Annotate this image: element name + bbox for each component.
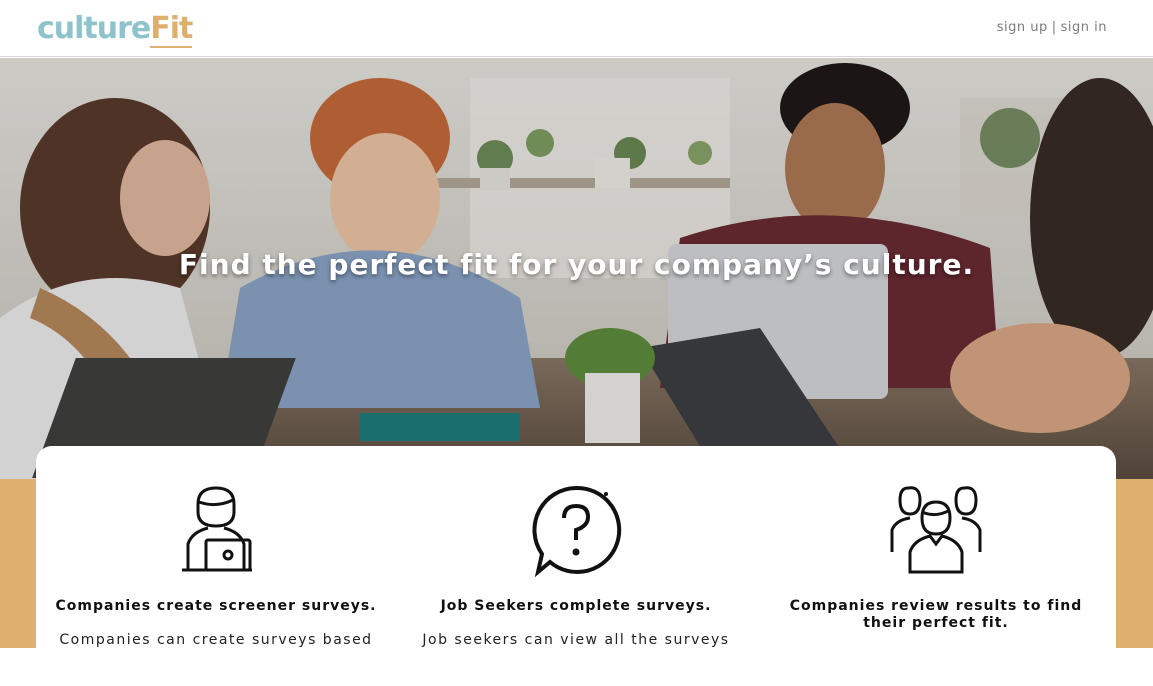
logo[interactable]: cultureFit — [37, 9, 193, 49]
auth-links: sign up | sign in — [997, 20, 1107, 35]
sign-up-link[interactable]: sign up — [997, 20, 1048, 35]
feature-review-results: Companies review results to find their p… — [766, 482, 1106, 648]
sign-in-link[interactable]: sign in — [1061, 20, 1107, 35]
feature-text: Job seekers can view all the surveys — [422, 632, 730, 648]
feature-heading: Job Seekers complete surveys. — [440, 598, 712, 614]
logo-text-fit: Fit — [150, 11, 193, 48]
feature-heading: Companies create screener surveys. — [55, 598, 377, 614]
auth-separator: | — [1051, 20, 1057, 35]
site-header: cultureFit sign up | sign in — [0, 0, 1153, 57]
team-icon — [890, 486, 982, 574]
hero-title: Find the perfect fit for your company’s … — [178, 248, 975, 281]
feature-create-surveys: Companies create screener surveys. Compa… — [46, 482, 386, 649]
feature-text: Companies can create surveys based — [59, 632, 373, 648]
logo-text-culture: culture — [37, 11, 151, 46]
person-laptop-icon — [182, 486, 252, 572]
feature-complete-surveys: Job Seekers complete surveys. Job seeker… — [406, 482, 746, 649]
feature-heading: Companies review results to find their p… — [789, 598, 1083, 631]
hero-banner: Find the perfect fit for your company’s … — [0, 58, 1153, 479]
features-card: Companies create screener surveys. Compa… — [36, 446, 1116, 686]
question-bubble-icon — [532, 485, 622, 578]
